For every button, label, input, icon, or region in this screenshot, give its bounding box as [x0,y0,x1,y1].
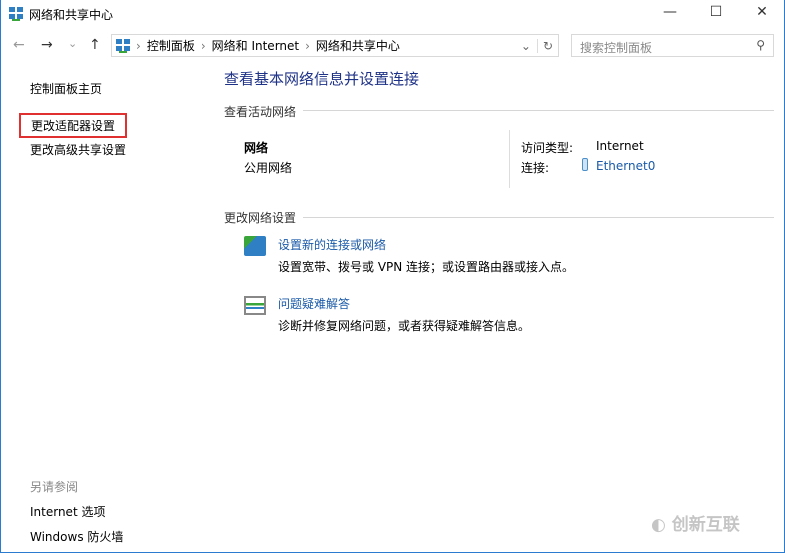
setup-new-connection-desc: 设置宽带、拨号或 VPN 连接；或设置路由器或接入点。 [278,260,575,274]
breadcrumb-network-internet[interactable]: 网络和 Internet [212,37,299,54]
title-bar: 网络和共享中心 — ☐ ✕ [1,0,785,28]
access-type-label: 访问类型: [521,141,574,155]
connection-label: 连接: [521,161,550,175]
network-type[interactable]: 公用网络 [244,159,292,176]
address-bar[interactable]: › 控制面板 › 网络和 Internet › 网络和共享中心 ⌄ ↻ [111,34,559,57]
page-title: 查看基本网络信息并设置连接 [224,70,420,88]
control-panel-home-link[interactable]: 控制面板主页 [30,80,102,97]
troubleshoot-icon [244,296,266,315]
divider [303,217,774,218]
breadcrumb-network-sharing[interactable]: 网络和共享中心 [316,37,400,54]
minimize-button[interactable]: — [655,4,685,22]
separator: › [136,38,141,53]
search-placeholder: 搜索控制面板 [580,41,653,55]
change-adapter-settings-link[interactable]: 更改适配器设置 [19,113,128,138]
network-icon [9,7,23,21]
separator: › [200,38,206,53]
close-button[interactable]: ✕ [747,4,777,22]
back-button[interactable]: ← [13,37,25,53]
active-networks-title: 查看活动网络 [224,105,297,119]
troubleshoot-link[interactable]: 问题疑难解答 [278,295,350,312]
refresh-button[interactable]: ↻ [536,38,558,53]
watermark-text: 创新互联 [671,515,740,535]
divider [509,130,510,188]
search-icon[interactable]: ⚲ [756,38,765,52]
ethernet-icon [582,158,588,171]
forward-button[interactable]: → [41,37,53,53]
see-also-title: 另请参阅 [30,480,79,494]
ethernet0-link[interactable]: Ethernet0 [596,159,655,173]
network-icon [116,38,130,53]
maximize-button[interactable]: ☐ [701,4,731,22]
window-title: 网络和共享中心 [29,8,114,22]
separator: › [305,38,310,53]
address-dropdown[interactable]: ⌄ [521,39,531,53]
troubleshoot-desc: 诊断并修复网络问题，或者获得疑难解答信息。 [278,319,531,333]
windows-firewall-link[interactable]: Windows 防火墙 [30,528,123,545]
up-button[interactable]: ↑ [89,37,101,53]
change-advanced-sharing-link[interactable]: 更改高级共享设置 [30,141,126,158]
change-settings-title: 更改网络设置 [224,211,297,225]
setup-new-connection-link[interactable]: 设置新的连接或网络 [278,236,386,253]
watermark-logo: ◐ 创新互联 [651,515,740,535]
breadcrumb-control-panel[interactable]: 控制面板 [147,37,195,54]
divider [303,110,774,111]
internet-options-link[interactable]: Internet 选项 [30,503,105,520]
recent-locations-button[interactable]: ⌄ [68,37,77,50]
new-connection-icon [244,236,266,256]
access-type-value: Internet [596,139,644,153]
network-name: 网络 [244,141,269,155]
search-input[interactable]: 搜索控制面板 ⚲ [571,34,774,57]
